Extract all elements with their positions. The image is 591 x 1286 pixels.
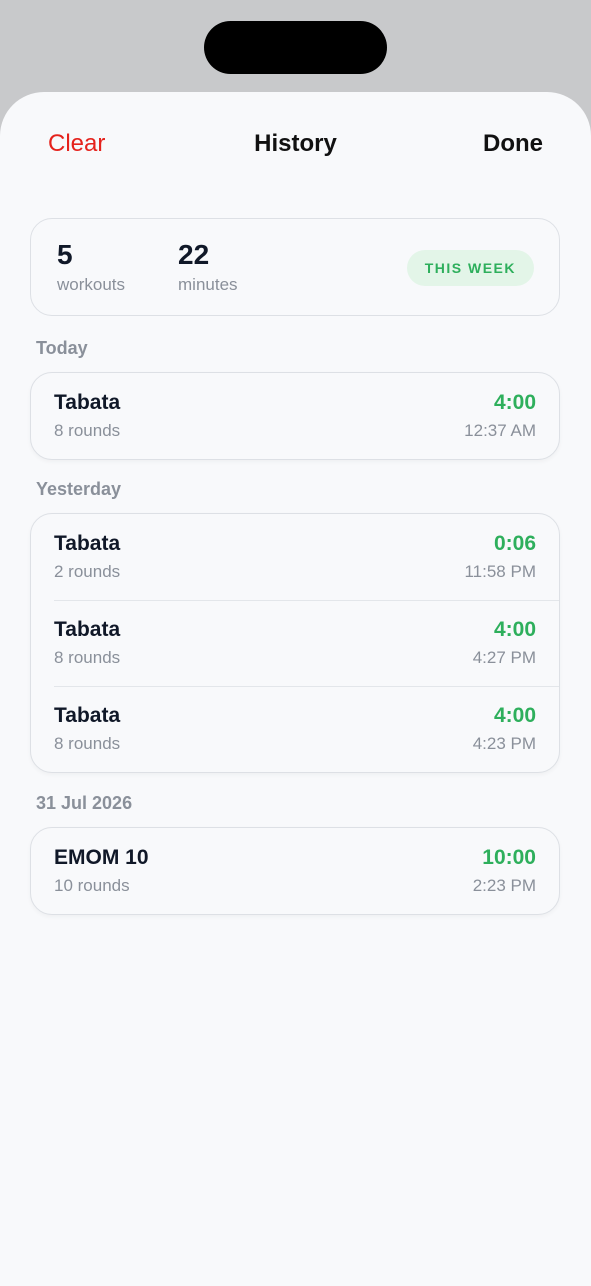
workout-rounds: 8 rounds [54, 734, 121, 753]
history-row[interactable]: Tabata 8 rounds 4:00 12:37 AM [31, 373, 559, 459]
minutes-label: minutes [178, 275, 238, 294]
done-button[interactable]: Done [483, 130, 543, 158]
workout-rounds: 8 rounds [54, 421, 121, 440]
workout-duration: 10:00 [482, 846, 536, 869]
workout-name: Tabata [54, 618, 121, 641]
section-label-date: 31 Jul 2026 [36, 793, 133, 813]
workout-name: Tabata [54, 532, 121, 555]
section-label-today: Today [36, 338, 88, 358]
section-label-yesterday: Yesterday [36, 479, 122, 499]
workout-name: Tabata [54, 704, 121, 727]
minutes-count: 22 [178, 239, 210, 270]
history-group-date: EMOM 10 10 rounds 10:00 2:23 PM [30, 827, 560, 915]
dynamic-island [204, 21, 387, 74]
minutes-stat: 22 minutes [178, 239, 238, 295]
workout-name: EMOM 10 [54, 846, 149, 869]
workout-name: Tabata [54, 391, 121, 414]
workout-time: 4:27 PM [472, 648, 536, 667]
history-row[interactable]: Tabata 2 rounds 0:06 11:58 PM [31, 514, 559, 600]
workout-time: 12:37 AM [464, 421, 536, 440]
history-row[interactable]: Tabata 8 rounds 4:00 4:27 PM [31, 600, 559, 686]
nav-bar: Clear History Done [0, 92, 591, 202]
workout-duration: 4:00 [493, 391, 536, 414]
workout-time: 2:23 PM [472, 876, 536, 895]
history-sheet: Clear History Done 5 workouts 22 minutes… [0, 92, 591, 1286]
history-row[interactable]: Tabata 8 rounds 4:00 4:23 PM [31, 686, 559, 772]
history-row[interactable]: EMOM 10 10 rounds 10:00 2:23 PM [31, 828, 559, 914]
workout-time: 4:23 PM [472, 734, 536, 753]
workout-rounds: 10 rounds [54, 876, 130, 895]
weekly-summary-card: 5 workouts 22 minutes THIS WEEK [30, 218, 560, 316]
period-badge: THIS WEEK [406, 250, 534, 286]
workout-duration: 4:00 [493, 618, 536, 641]
workout-rounds: 2 rounds [54, 562, 121, 581]
workout-duration: 4:00 [493, 704, 536, 727]
history-group-yesterday: Tabata 2 rounds 0:06 11:58 PM Tabata 8 r… [30, 513, 560, 773]
workout-rounds: 8 rounds [54, 648, 121, 667]
history-group-today: Tabata 8 rounds 4:00 12:37 AM [30, 372, 560, 460]
workouts-stat: 5 workouts [57, 239, 125, 295]
workout-time: 11:58 PM [464, 562, 536, 581]
workout-duration: 0:06 [493, 532, 536, 555]
workouts-count: 5 [57, 239, 73, 270]
workouts-label: workouts [57, 275, 126, 294]
